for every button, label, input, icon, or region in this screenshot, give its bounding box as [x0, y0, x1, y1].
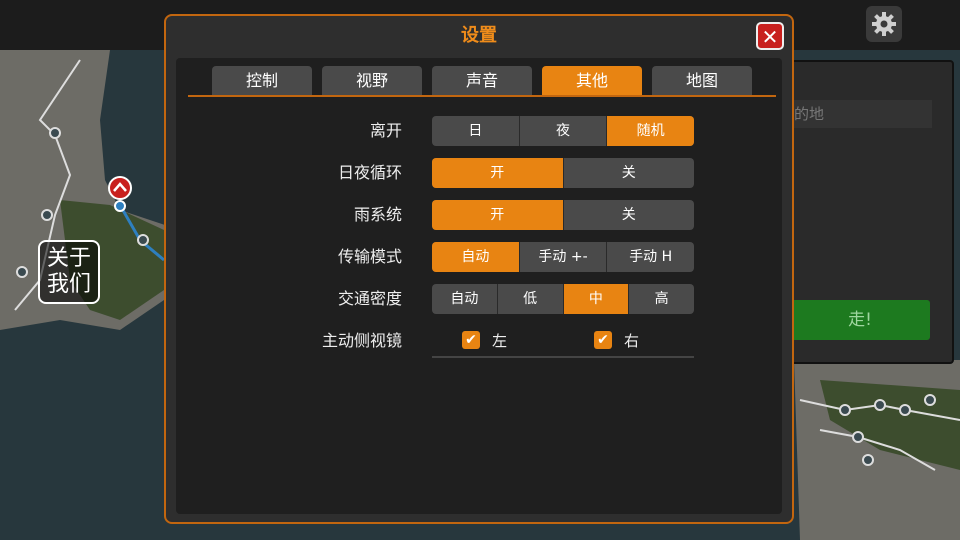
daynight-toggle: 开 关 — [432, 158, 694, 188]
about-us-line2: 我们 — [46, 272, 91, 297]
setting-row-traffic: 交通密度 自动 低 中 高 — [176, 284, 782, 314]
setting-row-leave: 离开 日 夜 随机 — [176, 116, 782, 146]
leave-selector: 日 夜 随机 — [432, 116, 694, 146]
settings-content: 控制 视野 声音 其他 地图 离开 日 夜 随机 日夜循环 开 关 雨系统 开 … — [176, 58, 782, 514]
tab-divider — [188, 95, 776, 97]
destination-field[interactable]: 的地 — [790, 100, 932, 128]
tab-other[interactable]: 其他 — [542, 66, 642, 95]
mirrors-checkboxes: ✔ 左 ✔ 右 — [432, 326, 694, 358]
close-button[interactable]: ✕ — [756, 22, 784, 50]
transmission-selector: 自动 手动 +- 手动 H — [432, 242, 694, 272]
transmission-option-auto[interactable]: 自动 — [432, 242, 520, 272]
tab-map[interactable]: 地图 — [652, 66, 752, 95]
setting-row-mirrors: 主动侧视镜 ✔ 左 ✔ 右 — [176, 326, 782, 358]
transmission-option-manual-h[interactable]: 手动 H — [607, 242, 694, 272]
about-us-button[interactable]: 关于 我们 — [38, 240, 100, 304]
setting-label: 交通密度 — [337, 289, 402, 308]
rain-toggle: 开 关 — [432, 200, 694, 230]
about-us-line1: 关于 — [46, 246, 91, 271]
rain-option-on[interactable]: 开 — [432, 200, 564, 230]
tab-view[interactable]: 视野 — [322, 66, 422, 95]
mirror-right-checkbox[interactable]: ✔ — [594, 331, 612, 349]
daynight-option-off[interactable]: 关 — [564, 158, 695, 188]
checkmark-icon: ✔ — [597, 332, 609, 348]
leave-option-day[interactable]: 日 — [432, 116, 520, 146]
tab-sound[interactable]: 声音 — [432, 66, 532, 95]
setting-label: 离开 — [369, 121, 402, 140]
gear-icon — [872, 12, 896, 36]
mirror-left-checkbox[interactable]: ✔ — [462, 331, 480, 349]
checkmark-icon: ✔ — [465, 332, 477, 348]
traffic-option-auto[interactable]: 自动 — [432, 284, 498, 314]
setting-label: 雨系统 — [353, 205, 402, 224]
close-icon: ✕ — [761, 25, 779, 49]
setting-label: 主动侧视镜 — [321, 331, 402, 350]
traffic-option-high[interactable]: 高 — [629, 284, 694, 314]
setting-label: 日夜循环 — [337, 163, 402, 182]
settings-button[interactable] — [866, 6, 902, 42]
mirror-right-label: 右 — [624, 332, 640, 350]
transmission-option-manual-plusminus[interactable]: 手动 +- — [520, 242, 608, 272]
rain-option-off[interactable]: 关 — [564, 200, 695, 230]
tab-controls[interactable]: 控制 — [212, 66, 312, 95]
setting-label: 传输模式 — [337, 247, 402, 266]
setting-row-transmission: 传输模式 自动 手动 +- 手动 H — [176, 242, 782, 272]
traffic-option-low[interactable]: 低 — [498, 284, 564, 314]
daynight-option-on[interactable]: 开 — [432, 158, 564, 188]
leave-option-random[interactable]: 随机 — [607, 116, 694, 146]
settings-dialog: 设置 ✕ 控制 视野 声音 其他 地图 离开 日 夜 随机 日夜循环 开 关 雨… — [164, 14, 794, 524]
traffic-option-medium[interactable]: 中 — [563, 284, 630, 314]
setting-row-daynight: 日夜循环 开 关 — [176, 158, 782, 188]
go-button[interactable]: 走! — [790, 300, 930, 340]
leave-option-night[interactable]: 夜 — [520, 116, 608, 146]
tab-bar: 控制 视野 声音 其他 地图 — [212, 66, 752, 95]
setting-row-rain: 雨系统 开 关 — [176, 200, 782, 230]
mirror-left-label: 左 — [492, 332, 508, 350]
dialog-title: 设置 — [461, 25, 497, 46]
traffic-selector: 自动 低 中 高 — [432, 284, 694, 314]
